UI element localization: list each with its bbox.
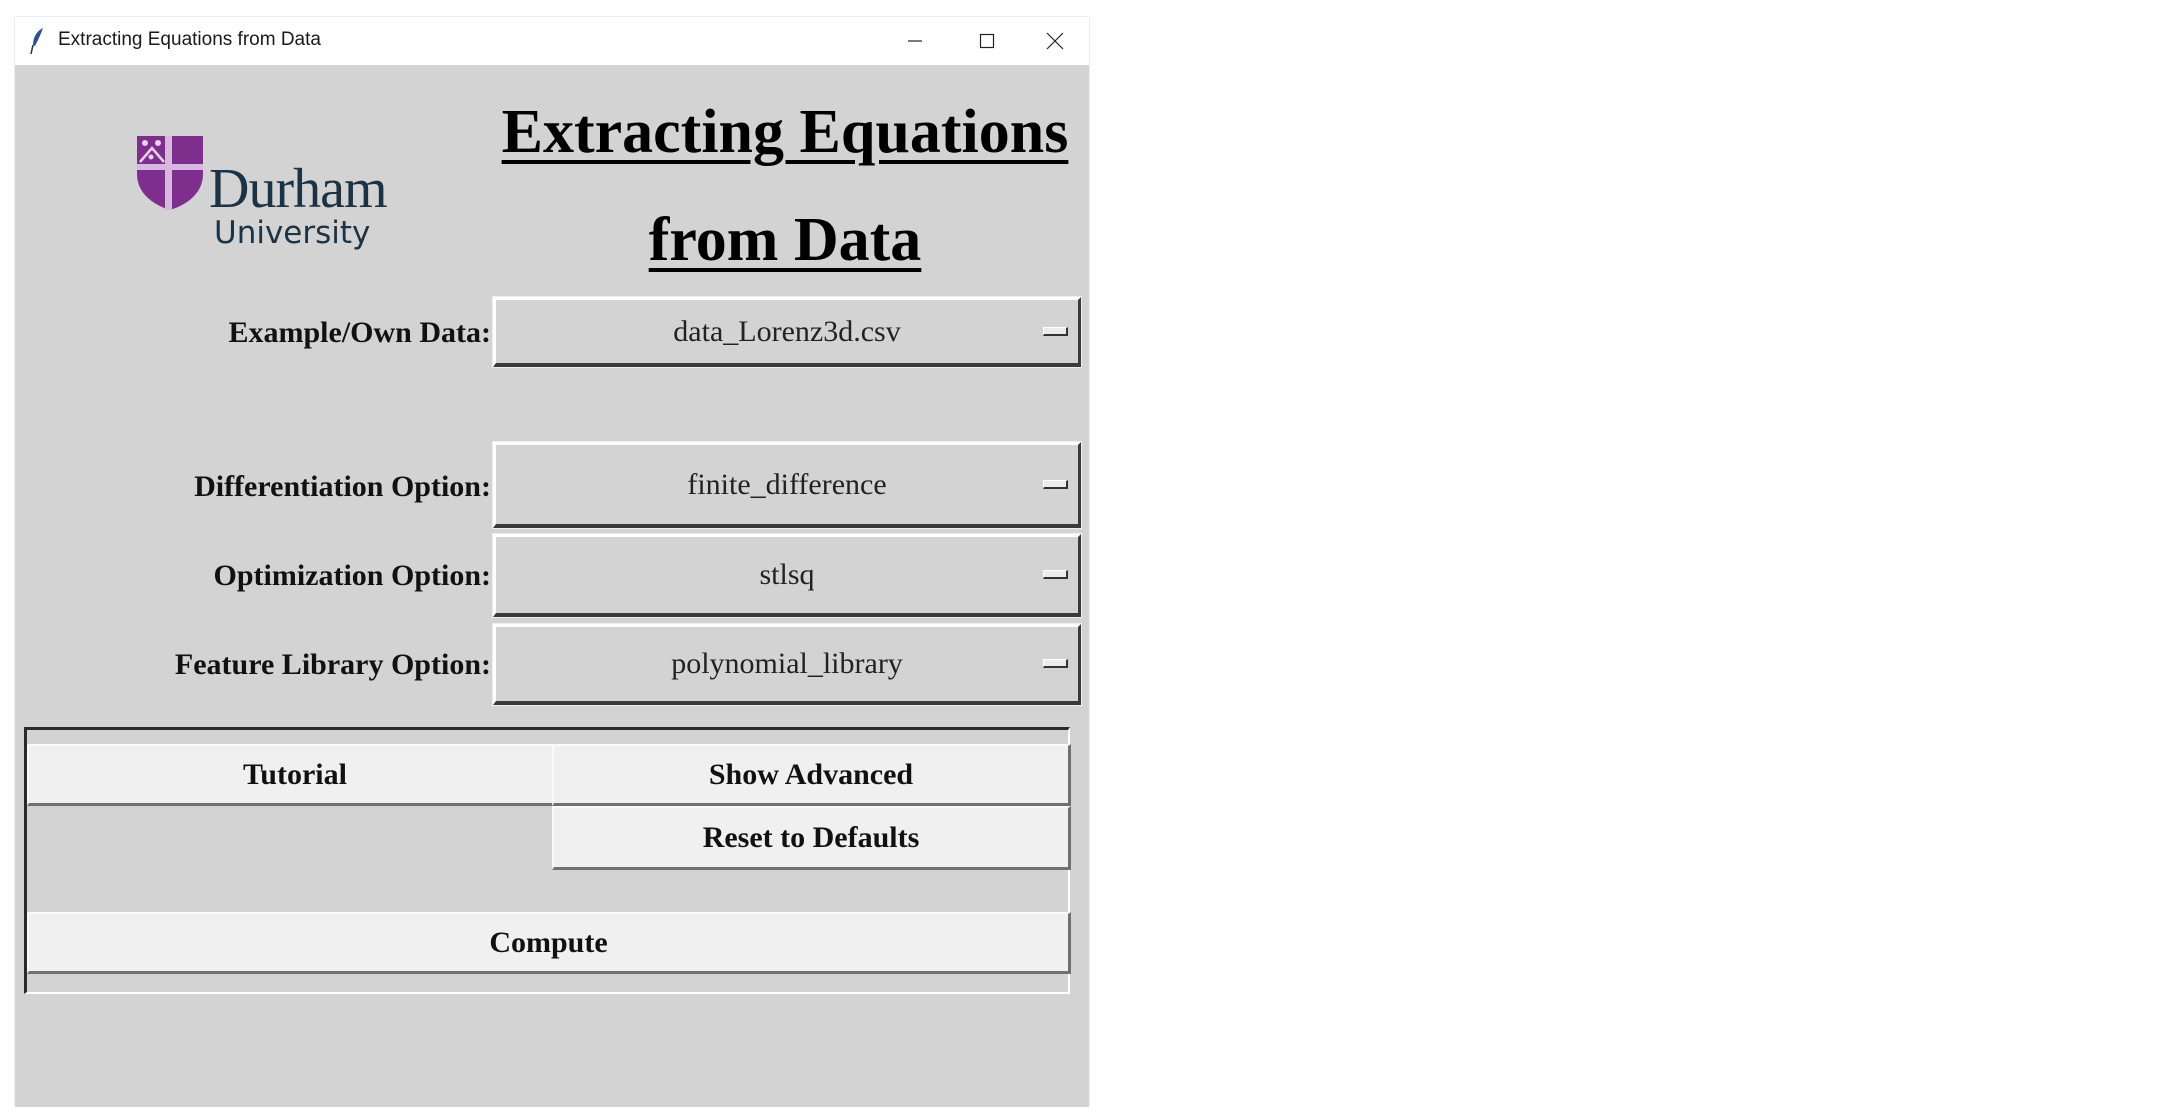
- example-data-dropdown[interactable]: data_Lorenz3d.csv: [493, 297, 1081, 367]
- feather-icon: [30, 28, 43, 55]
- title-bar: Extracting Equations from Data: [15, 17, 1089, 65]
- dropdown-indicator-icon: [1043, 326, 1068, 336]
- shield-icon: [137, 136, 203, 210]
- reset-to-defaults-button[interactable]: Reset to Defaults: [552, 806, 1071, 870]
- optimization-option-label: Optimization Option:: [213, 559, 491, 592]
- example-data-label: Example/Own Data:: [228, 316, 492, 349]
- dropdown-indicator-icon: [1043, 659, 1068, 668]
- close-icon: [1046, 32, 1064, 50]
- app-window: Extracting Equations from Data Durham Un…: [14, 16, 1090, 1107]
- tutorial-button[interactable]: Tutorial: [27, 744, 564, 806]
- feature-library-option-dropdown[interactable]: polynomial_library: [493, 624, 1081, 705]
- show-advanced-button[interactable]: Show Advanced: [552, 744, 1071, 806]
- feature-library-option-label: Feature Library Option:: [174, 648, 491, 681]
- durham-university-logo: Durham University: [123, 117, 413, 257]
- close-button[interactable]: [1019, 17, 1091, 65]
- dropdown-indicator-icon: [1043, 570, 1068, 579]
- maximize-button[interactable]: [951, 17, 1023, 65]
- example-data-value: data_Lorenz3d.csv: [673, 314, 901, 348]
- main-panel: Durham University Extracting Equations f…: [15, 65, 1089, 1107]
- minimize-button[interactable]: [879, 17, 951, 65]
- optimization-option-dropdown[interactable]: stlsq: [493, 534, 1081, 617]
- differentiation-option-value: finite_difference: [687, 467, 887, 501]
- minimize-icon: [908, 40, 922, 42]
- window-title: Extracting Equations from Data: [58, 29, 321, 50]
- logo-name: Durham: [209, 158, 388, 220]
- page-title-line2: from Data: [648, 206, 922, 274]
- logo-subtitle: University: [214, 215, 371, 251]
- maximize-icon: [979, 33, 995, 49]
- page-title-line1: Extracting Equations: [501, 98, 1069, 166]
- feature-library-option-value: polynomial_library: [671, 647, 903, 680]
- compute-button[interactable]: Compute: [27, 912, 1071, 974]
- optimization-option-value: stlsq: [759, 558, 815, 591]
- differentiation-option-label: Differentiation Option:: [194, 470, 491, 503]
- differentiation-option-dropdown[interactable]: finite_difference: [493, 442, 1081, 528]
- dropdown-indicator-icon: [1043, 479, 1068, 489]
